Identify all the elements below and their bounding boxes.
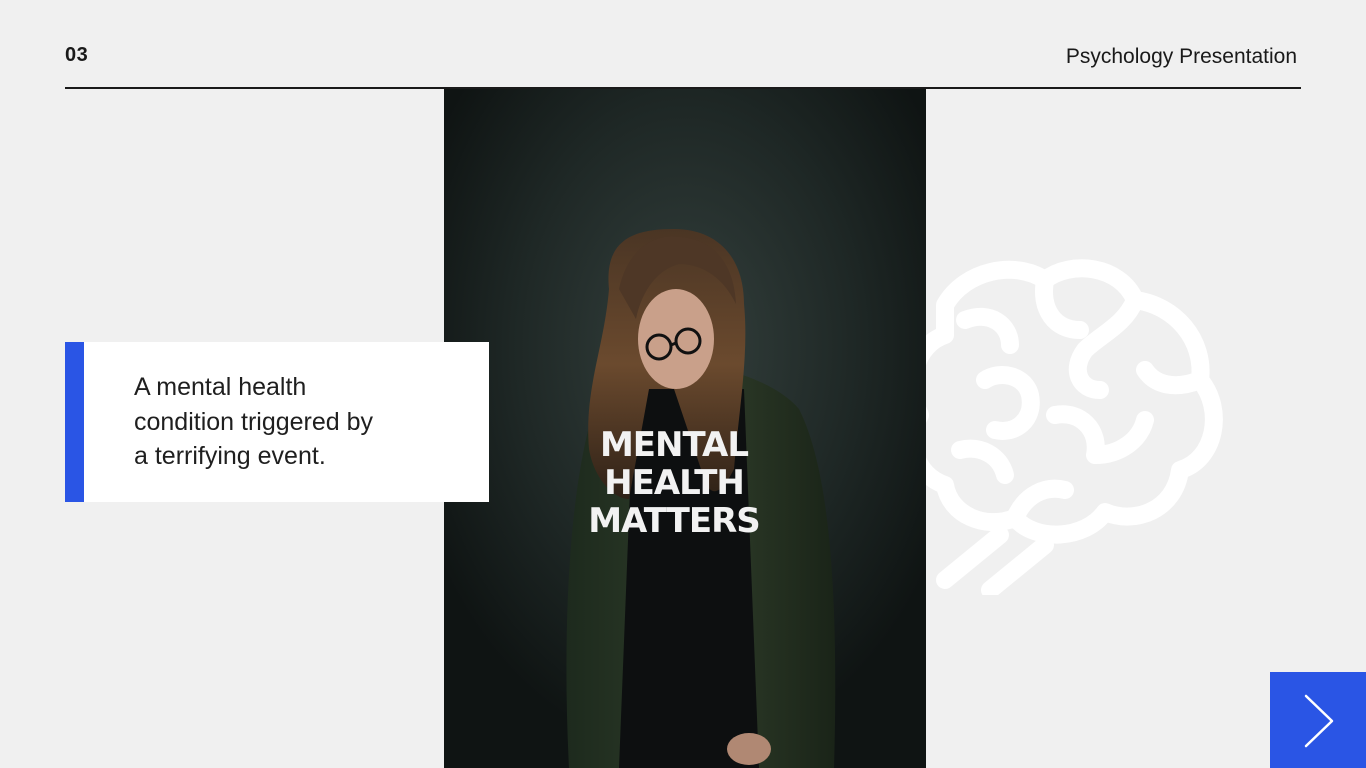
shirt-line-1: MENTAL (600, 425, 748, 465)
next-slide-button[interactable] (1270, 672, 1366, 768)
presentation-title: Psychology Presentation (1065, 45, 1297, 68)
caption-card: A mental health condition triggered by a… (65, 342, 489, 502)
brain-icon (904, 250, 1235, 599)
shirt-line-2: HEALTH (604, 463, 744, 503)
shirt-line-3: MATTERS (588, 501, 760, 541)
slide: 03 Psychology Presentation MENTAL HEALTH… (0, 0, 1366, 768)
slide-number: 03 (65, 44, 89, 66)
caption-accent-bar (65, 342, 84, 502)
chevron-right-icon (1304, 694, 1334, 748)
caption-text: A mental health condition triggered by a… (134, 373, 374, 470)
hero-photo: MENTAL HEALTH MATTERS (444, 89, 926, 768)
